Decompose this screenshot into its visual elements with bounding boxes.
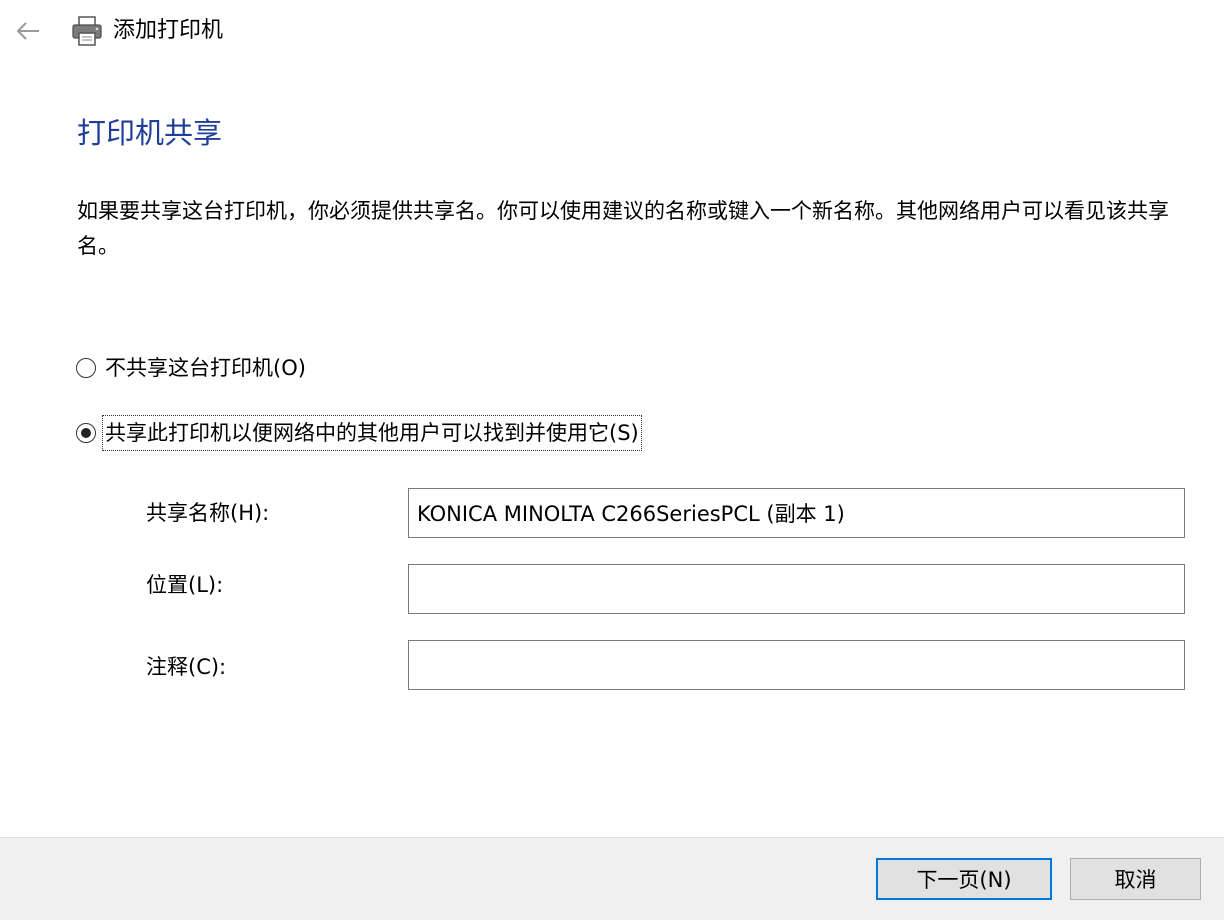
sharing-description: 如果要共享这台打印机，你必须提供共享名。你可以使用建议的名称或键入一个新名称。其… xyxy=(77,199,1169,258)
radio-do-not-share-label[interactable]: 不共享这台打印机(O) xyxy=(103,351,308,385)
radio-share-printer[interactable]: 共享此打印机以便网络中的其他用户可以找到并使用它(S) xyxy=(76,415,642,451)
comment-input[interactable] xyxy=(408,640,1185,690)
radio-share-printer-label[interactable]: 共享此打印机以便网络中的其他用户可以找到并使用它(S) xyxy=(102,415,642,451)
add-printer-window: 添加打印机 打印机共享 如果要共享这台打印机，你必须提供共享名。你可以使用建议的… xyxy=(0,0,1224,920)
cancel-button[interactable]: 取消 xyxy=(1070,858,1201,900)
window-title: 添加打印机 xyxy=(113,18,224,43)
radio-button-unchecked[interactable] xyxy=(76,358,96,378)
share-name-label: 共享名称(H): xyxy=(146,501,270,525)
back-button[interactable] xyxy=(10,14,46,48)
printer-icon xyxy=(70,14,104,48)
dialog-footer: 下一页(N) 取消 xyxy=(0,837,1224,920)
radio-button-checked[interactable] xyxy=(76,423,96,443)
comment-label: 注释(C): xyxy=(146,655,227,679)
share-name-input[interactable] xyxy=(408,488,1185,538)
next-button[interactable]: 下一页(N) xyxy=(876,858,1052,900)
page-heading: 打印机共享 xyxy=(77,116,223,150)
location-input[interactable] xyxy=(408,564,1185,614)
location-label: 位置(L): xyxy=(146,573,224,597)
title-bar: 添加打印机 xyxy=(0,0,1224,62)
arrow-left-icon xyxy=(16,22,39,40)
radio-do-not-share[interactable]: 不共享这台打印机(O) xyxy=(76,351,308,385)
